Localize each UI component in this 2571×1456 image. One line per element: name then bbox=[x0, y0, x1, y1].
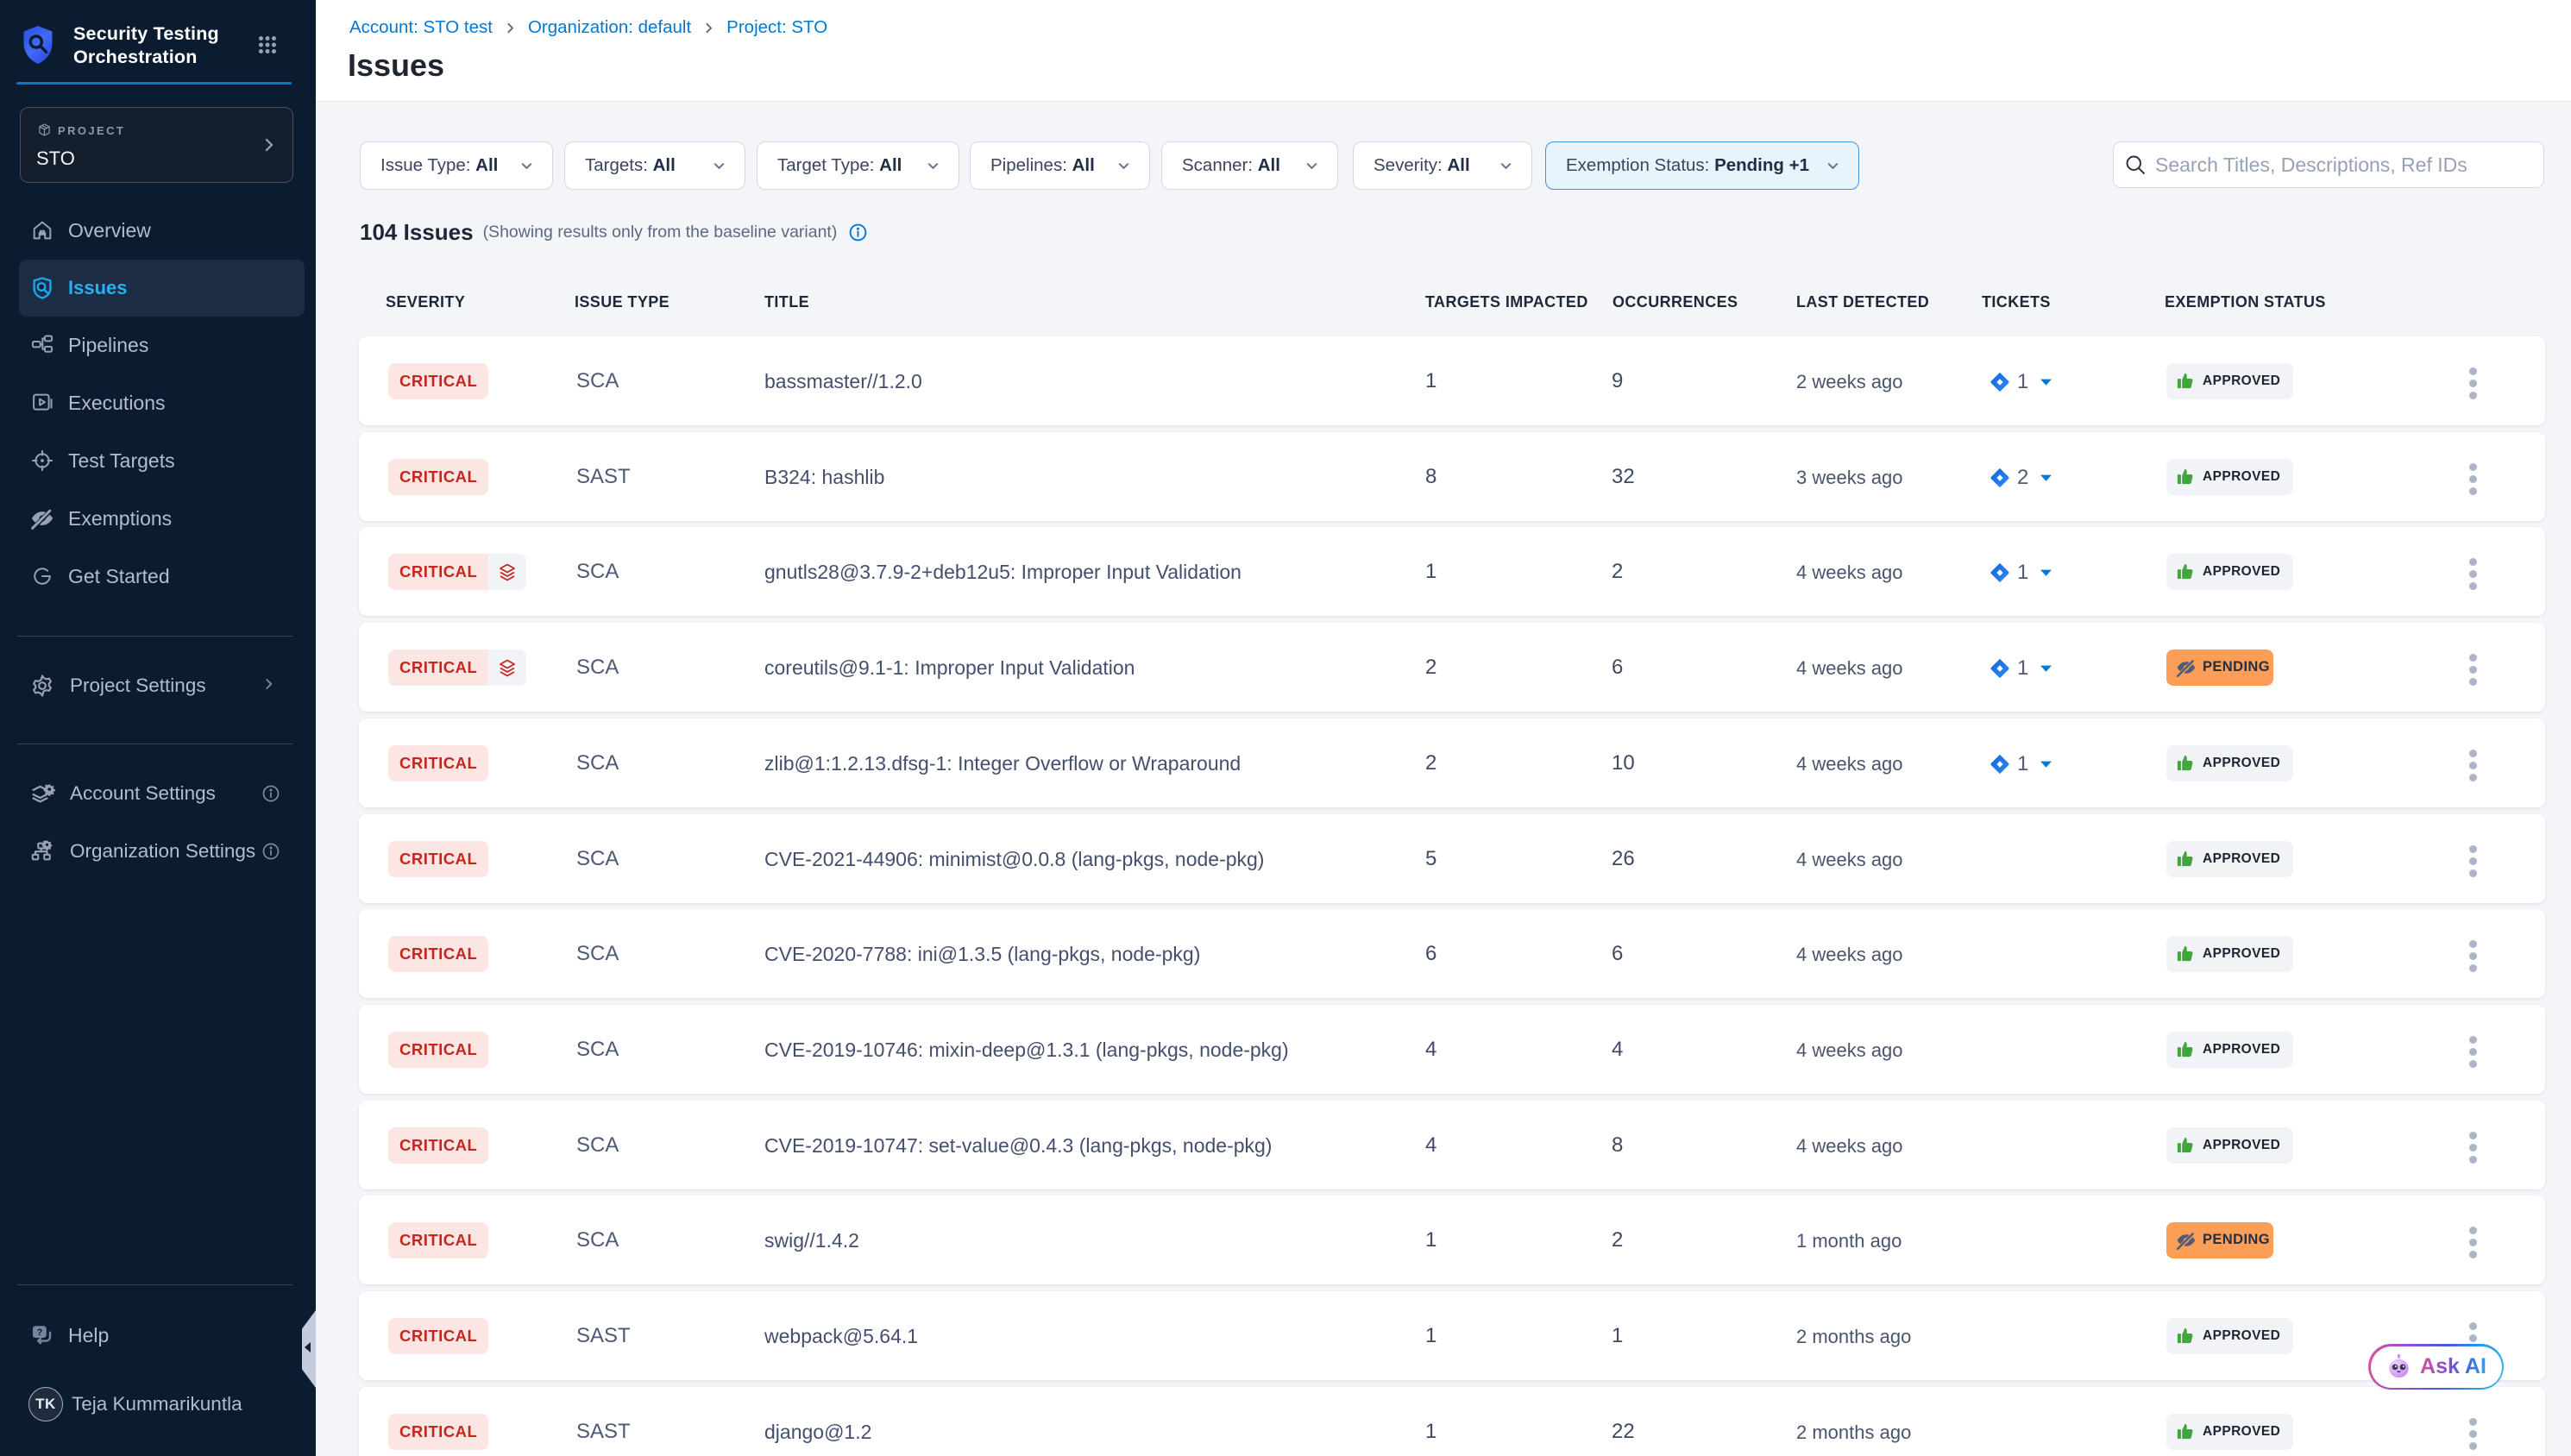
svg-text:?: ? bbox=[36, 1327, 42, 1338]
